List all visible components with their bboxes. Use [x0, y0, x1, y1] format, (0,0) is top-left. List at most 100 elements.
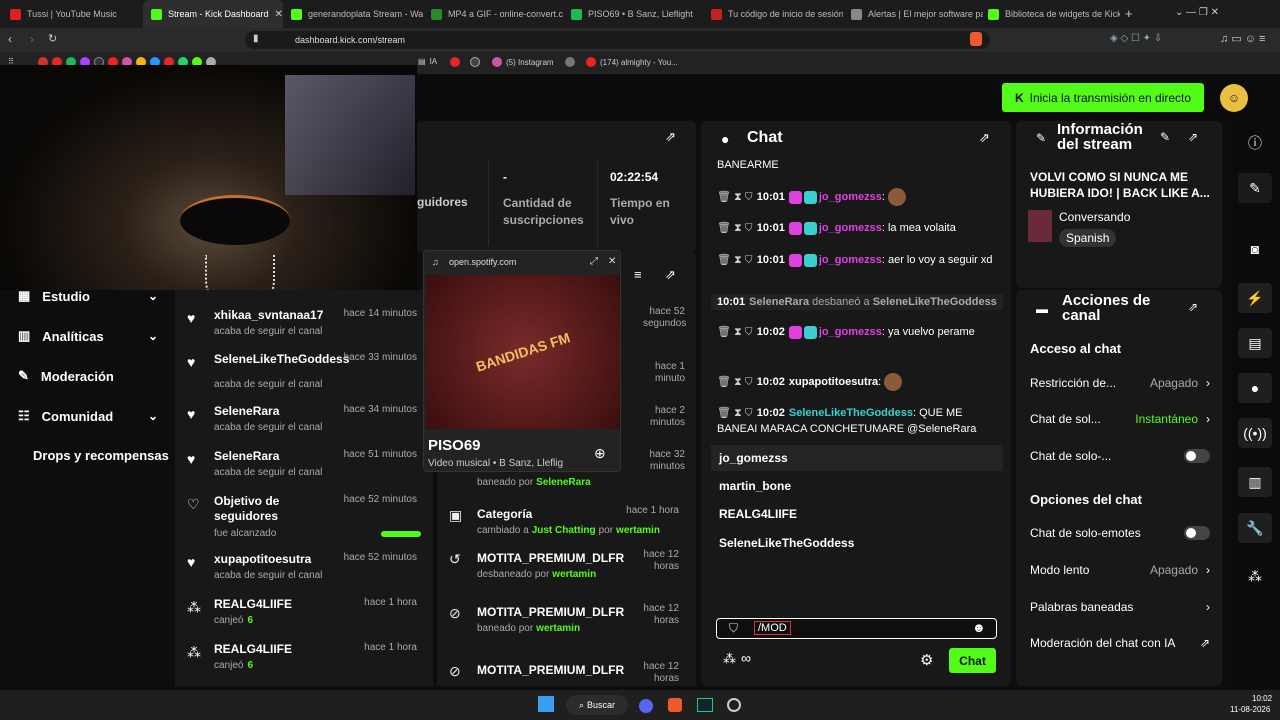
- bookmark-instagram[interactable]: (5) Instagram: [492, 57, 554, 67]
- modlog-name: MOTITA_PREMIUM_DLFR: [477, 551, 625, 565]
- chat-username[interactable]: SeleneRara: [749, 296, 809, 308]
- browser-tab[interactable]: Stream - Kick Dashboard ✕: [143, 0, 283, 28]
- chat-username[interactable]: jo_gomezss: [819, 222, 882, 234]
- mention-suggestion[interactable]: jo_gomezss: [711, 445, 1003, 471]
- document-icon[interactable]: ▤: [1238, 328, 1272, 358]
- popout-icon[interactable]: ⇗: [1188, 130, 1198, 144]
- mod-tools-icon[interactable]: 🗑 ⧗ ⛉: [717, 222, 753, 234]
- bookmark-generic[interactable]: [565, 57, 575, 67]
- infinity-icon[interactable]: ∞: [741, 650, 751, 666]
- expand-icon[interactable]: ⤢: [590, 256, 598, 267]
- edit-icon[interactable]: ✎: [1160, 130, 1170, 144]
- bookmark-threads[interactable]: [470, 57, 480, 67]
- window-controls-icon[interactable]: ⌄ — ❐ ✕: [1175, 7, 1219, 18]
- popout-icon[interactable]: ⇗: [665, 129, 676, 145]
- chat-username[interactable]: xupapotitoesutra: [789, 376, 878, 388]
- go-live-button[interactable]: K Inicia la transmisión en directo: [1002, 83, 1204, 112]
- add-icon[interactable]: ⊕: [594, 445, 606, 462]
- category-icon: ▣: [449, 507, 463, 523]
- channel-action-row[interactable]: Modo lento Apagado ›: [1030, 563, 1210, 577]
- chat-username[interactable]: jo_gomezss: [819, 191, 882, 203]
- emote-icon[interactable]: ☻: [972, 620, 986, 635]
- browser-tab[interactable]: Biblioteca de widgets de Kick: [980, 0, 1120, 28]
- mention-suggestion[interactable]: SeleneLikeTheGoddess: [711, 530, 1003, 556]
- channel-action-row[interactable]: Restricción de... Apagado ›: [1030, 376, 1210, 390]
- chat-username[interactable]: SeleneLikeTheGoddess: [789, 407, 913, 419]
- info-icon[interactable]: ⓘ: [1238, 128, 1272, 158]
- spotify-mini-player[interactable]: ♫ open.spotify.com ⤢ ✕ BANDIDAS FM PISO6…: [423, 250, 621, 472]
- reload-icon[interactable]: ↻: [48, 32, 57, 45]
- bookmark-icon[interactable]: ▮: [253, 33, 259, 44]
- tab-close-icon[interactable]: ✕: [275, 9, 283, 20]
- modlog-detail-part: Just Chatting: [531, 525, 596, 536]
- tab-label: MP4 a GIF - online-convert.co: [448, 9, 563, 19]
- browser-tab[interactable]: Tussi | YouTube Music: [2, 0, 142, 28]
- taskbar-search[interactable]: ⌕ Buscar: [566, 695, 628, 715]
- popout-icon[interactable]: ⇗: [1188, 300, 1198, 314]
- chat-icon[interactable]: ●: [1238, 373, 1272, 403]
- browser-menu-icon[interactable]: ♫ ▭ ☺ ≡: [1220, 32, 1265, 45]
- chat-username[interactable]: SeleneLikeTheGoddess: [873, 296, 997, 308]
- mod-tools-icon[interactable]: 🗑 ⧗ ⛉: [717, 326, 753, 338]
- broadcast-icon[interactable]: ((•)): [1238, 418, 1272, 448]
- sidebar-item[interactable]: ▦ Estudio ⌄: [18, 288, 158, 304]
- sub-badge-icon: [788, 253, 802, 267]
- popout-icon[interactable]: ⇗: [665, 267, 676, 283]
- channel-action-row[interactable]: Moderación del chat con IA ⇗: [1030, 636, 1210, 650]
- layout-icon[interactable]: ▥: [1238, 467, 1272, 497]
- popout-icon[interactable]: ⇗: [979, 130, 990, 146]
- windows-start-icon[interactable]: [538, 696, 554, 712]
- wrench-icon[interactable]: 🔧: [1238, 513, 1272, 543]
- back-icon[interactable]: ‹: [8, 32, 12, 46]
- toggle-switch[interactable]: [1184, 526, 1210, 540]
- close-icon[interactable]: ✕: [608, 256, 616, 267]
- chat-input[interactable]: ⛉ /MOD ☻: [716, 618, 997, 639]
- album-art: BANDIDAS FM: [426, 275, 620, 429]
- channel-action-row[interactable]: Chat de solo-...: [1030, 449, 1210, 463]
- channel-action-row[interactable]: Chat de sol... Instantáneo ›: [1030, 412, 1210, 426]
- browser-tab[interactable]: Alertas | El mejor software pa: [843, 0, 983, 28]
- extensions-icon[interactable]: ◈ ◇ ☐ ✦ ⇩: [1110, 33, 1162, 44]
- activity-feed: ♥ xhikaa_svntanaa17 hace 14 minutos acaba d…: [175, 290, 433, 686]
- chat-username[interactable]: jo_gomezss: [819, 254, 882, 266]
- camera-icon[interactable]: ◙: [1238, 234, 1272, 264]
- mod-tools-icon[interactable]: 🗑 ⧗ ⛉: [717, 254, 753, 266]
- sidebar-item[interactable]: ✎ Moderación: [18, 368, 158, 384]
- url-field[interactable]: dashboard.kick.com/stream: [245, 31, 990, 49]
- bookmark-youtube[interactable]: [450, 57, 460, 67]
- mention-suggestion[interactable]: martin_bone: [711, 473, 1003, 499]
- filter-icon[interactable]: ≡: [634, 267, 642, 282]
- send-chat-button[interactable]: Chat: [949, 648, 996, 673]
- mod-tools-icon[interactable]: 🗑 ⧗ ⛉: [717, 191, 753, 203]
- mod-tools-icon[interactable]: 🗑 ⧗ ⛉: [717, 376, 753, 388]
- pencil-icon[interactable]: ✎: [1238, 173, 1272, 203]
- mention-suggestion[interactable]: REALG4LIIFE: [711, 501, 1003, 527]
- points-icon[interactable]: ⁂: [1238, 561, 1272, 591]
- chat-username[interactable]: jo_gomezss: [819, 326, 882, 338]
- channel-action-row[interactable]: Chat de solo-emotes: [1030, 526, 1210, 540]
- sidebar-item[interactable]: Drops y recompensas: [33, 448, 175, 463]
- obs-icon[interactable]: [697, 698, 713, 712]
- mod-tools-icon[interactable]: 🗑 ⧗ ⛉: [717, 407, 753, 419]
- toggle-switch[interactable]: [1184, 449, 1210, 463]
- bookmark-folder-ia[interactable]: ▤ IA: [418, 57, 437, 66]
- points-icon[interactable]: ⁂: [723, 651, 736, 667]
- bookmark-youtube-almighty[interactable]: (174) almighty - You...: [586, 57, 678, 67]
- chat-timestamp: 10:01: [756, 254, 785, 266]
- browser-tab[interactable]: MP4 a GIF - online-convert.co: [423, 0, 563, 28]
- app-icon[interactable]: [727, 698, 741, 712]
- brave-icon[interactable]: [668, 698, 682, 712]
- brave-shield-icon[interactable]: [970, 32, 982, 46]
- lightning-icon[interactable]: ⚡: [1238, 283, 1272, 313]
- sidebar-item[interactable]: ▥ Analíticas ⌄: [18, 328, 158, 344]
- gear-icon[interactable]: ⚙: [920, 651, 933, 669]
- new-tab-icon[interactable]: +: [1125, 6, 1133, 21]
- browser-tab[interactable]: Tu código de inicio de sesión: [703, 0, 843, 28]
- sidebar-item[interactable]: ☷ Comunidad ⌄: [18, 408, 158, 424]
- channel-action-row[interactable]: Palabras baneadas ›: [1030, 600, 1210, 614]
- discord-icon[interactable]: [639, 699, 653, 713]
- browser-tab[interactable]: PISO69 • B Sanz, Lleflight: [563, 0, 703, 28]
- forward-icon[interactable]: ›: [30, 32, 34, 46]
- user-avatar[interactable]: ☺: [1220, 84, 1248, 112]
- browser-tab[interactable]: generandoplata Stream - Wat: [283, 0, 423, 28]
